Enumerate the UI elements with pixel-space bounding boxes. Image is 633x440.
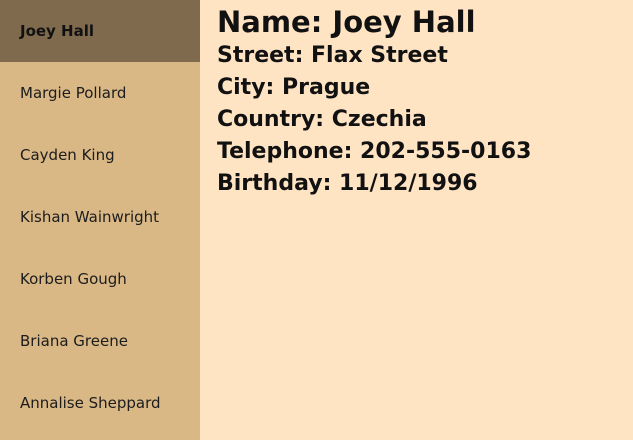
- sidebar-item-briana-greene[interactable]: Briana Greene: [0, 310, 200, 372]
- sidebar-item-cayden-king[interactable]: Cayden King: [0, 124, 200, 186]
- contact-name: Name: Joey Hall: [217, 5, 476, 39]
- sidebar-item-annalise-sheppard[interactable]: Annalise Sheppard: [0, 372, 200, 434]
- sidebar-item-korben-gough[interactable]: Korben Gough: [0, 248, 200, 310]
- contact-city: City: Prague: [217, 75, 371, 100]
- contact-telephone: Telephone: 202-555-0163: [217, 139, 532, 164]
- contact-birthday: Birthday: 11/12/1996: [217, 171, 478, 196]
- contact-street: Street: Flax Street: [217, 43, 448, 68]
- contact-country: Country: Czechia: [217, 107, 427, 132]
- contact-app: Joey Hall Margie Pollard Cayden King Kis…: [0, 0, 633, 440]
- sidebar-item-joey-hall[interactable]: Joey Hall: [0, 0, 200, 62]
- sidebar-item-kishan-wainwright[interactable]: Kishan Wainwright: [0, 186, 200, 248]
- contact-details: Name: Joey Hall Street: Flax Street City…: [200, 0, 633, 440]
- contacts-sidebar: Joey Hall Margie Pollard Cayden King Kis…: [0, 0, 200, 440]
- sidebar-item-margie-pollard[interactable]: Margie Pollard: [0, 62, 200, 124]
